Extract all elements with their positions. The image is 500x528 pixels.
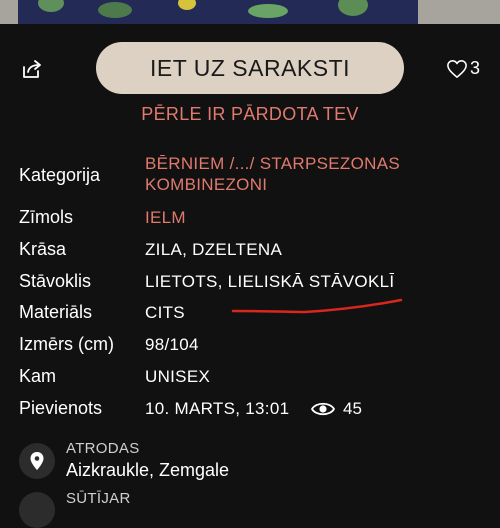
size-value: 98/104 [145, 335, 199, 354]
brand-label: Zīmols [19, 207, 73, 227]
location-value: Aizkraukle, Zemgale [66, 460, 230, 480]
location-pin-icon [30, 452, 44, 470]
red-underline-annotation [231, 298, 403, 314]
size-label: Izmērs (cm) [19, 334, 114, 354]
added-label: Pievienots [19, 398, 103, 418]
like-button[interactable]: 3 [446, 58, 480, 79]
added-value: 10. MARTS, 13:01 [145, 399, 290, 418]
color-label: Krāsa [19, 239, 67, 259]
seller-caption: SŪTĪJAR [66, 490, 131, 507]
category-value[interactable]: BĒRNIEM /.../ STARPSEZONAS KOMBINEZONI [145, 153, 400, 195]
category-label: Kategorija [19, 165, 101, 185]
condition-value: LIETOTS, LIELISKĀ STĀVOKLĪ [145, 272, 395, 291]
heart-outline-icon [447, 59, 467, 78]
gender-value: UNISEX [145, 367, 211, 386]
like-count: 3 [470, 58, 481, 78]
category-line-2: KOMBINEZONI [145, 175, 268, 194]
seller-icon-badge [19, 492, 55, 528]
material-value: CITS [145, 303, 185, 322]
gender-label: Kam [19, 366, 57, 386]
sold-notice: PĒRLE IR PĀRDOTA TEV [141, 104, 359, 124]
eye-icon [311, 402, 335, 416]
back-to-list-button[interactable]: IET UZ SARAKSTI [96, 42, 404, 94]
brand-value[interactable]: IELM [145, 208, 186, 228]
color-value: ZILA, DZELTENA [145, 240, 283, 259]
location-pin-icon-badge [19, 443, 55, 479]
view-count: 45 [343, 399, 362, 418]
material-label: Materiāls [19, 302, 93, 322]
share-icon[interactable] [20, 57, 44, 81]
product-photo[interactable] [0, 0, 500, 24]
product-photo-image [18, 0, 418, 24]
location-caption: ATRODAS [66, 440, 140, 457]
category-line-1: BĒRNIEM /.../ STARPSEZONAS [145, 154, 400, 173]
condition-label: Stāvoklis [19, 271, 92, 291]
